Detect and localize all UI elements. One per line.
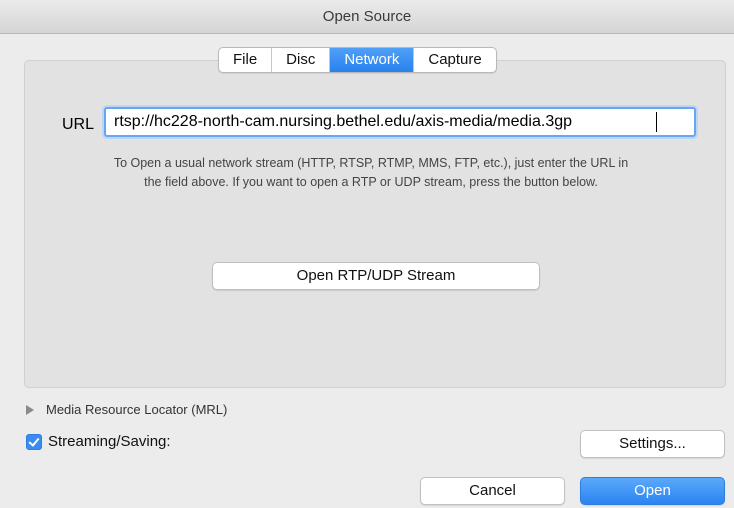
window-title: Open Source xyxy=(322,8,412,25)
open-rtp-udp-stream-button[interactable]: Open RTP/UDP Stream xyxy=(212,262,540,290)
streaming-saving-label[interactable]: Streaming/Saving: xyxy=(48,433,171,450)
network-help-text: To Open a usual network stream (HTTP, RT… xyxy=(46,154,696,192)
tab-file[interactable]: File xyxy=(219,48,273,72)
tab-disc[interactable]: Disc xyxy=(272,48,331,72)
url-input[interactable]: rtsp://hc228-north-cam.nursing.bethel.ed… xyxy=(104,107,696,137)
help-line-2: the field above. If you want to open a R… xyxy=(144,175,598,189)
streaming-saving-row: Streaming/Saving: xyxy=(26,433,171,450)
help-line-1: To Open a usual network stream (HTTP, RT… xyxy=(113,156,629,170)
mrl-disclosure[interactable]: Media Resource Locator (MRL) xyxy=(26,402,227,417)
url-label: URL xyxy=(62,116,95,133)
settings-button[interactable]: Settings... xyxy=(580,430,725,458)
tab-capture[interactable]: Capture xyxy=(414,48,495,72)
title-bar: Open Source xyxy=(0,0,734,34)
open-button[interactable]: Open xyxy=(580,477,725,505)
url-input-value: rtsp://hc228-north-cam.nursing.bethel.ed… xyxy=(114,113,573,130)
cancel-button[interactable]: Cancel xyxy=(420,477,565,505)
mrl-label: Media Resource Locator (MRL) xyxy=(46,402,228,417)
disclosure-triangle-icon[interactable] xyxy=(26,405,34,415)
tab-bar: File Disc Network Capture xyxy=(218,47,497,73)
streaming-saving-checkbox[interactable] xyxy=(26,433,42,450)
tab-network[interactable]: Network xyxy=(330,48,415,72)
text-caret xyxy=(656,112,657,132)
